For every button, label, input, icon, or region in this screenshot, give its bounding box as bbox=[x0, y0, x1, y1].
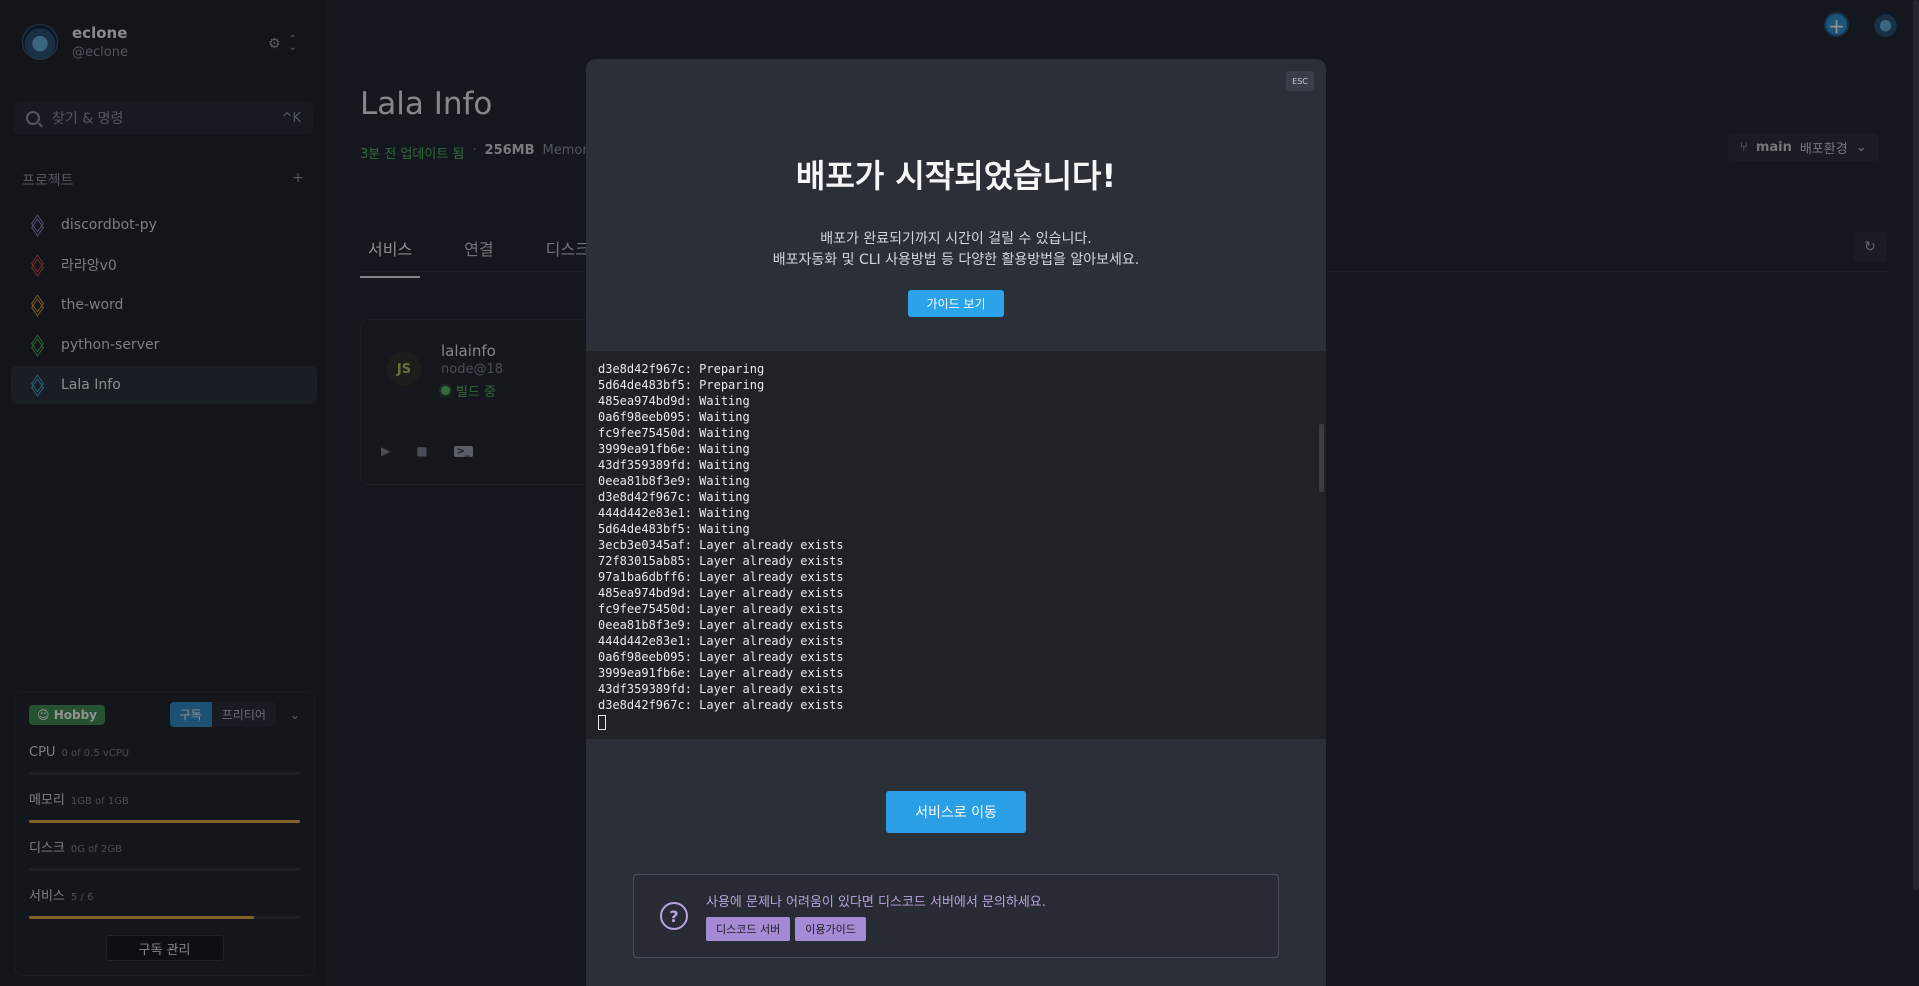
log-line: 5d64de483bf5: Waiting bbox=[598, 522, 750, 536]
log-line: 444d442e83e1: Layer already exists bbox=[598, 634, 844, 648]
log-line: 485ea974bd9d: Waiting bbox=[598, 394, 750, 408]
help-box: ? 사용에 문제나 어려움이 있다면 디스코드 서버에서 문의하세요. 디스코드… bbox=[633, 874, 1279, 958]
log-line: d3e8d42f967c: Preparing bbox=[598, 362, 765, 376]
log-line: 0eea81b8f3e9: Layer already exists bbox=[598, 618, 844, 632]
log-line: 3ecb3e0345af: Layer already exists bbox=[598, 538, 844, 552]
log-line: 43df359389fd: Layer already exists bbox=[598, 682, 844, 696]
discord-server-button[interactable]: 디스코드 서버 bbox=[706, 917, 791, 941]
modal-desc-line: 배포자동화 및 CLI 사용방법 등 다양한 활용방법을 알아보세요. bbox=[772, 252, 1140, 268]
log-line: 3999ea91fb6e: Layer already exists bbox=[598, 666, 844, 680]
log-line: 0a6f98eeb095: Waiting bbox=[598, 410, 750, 424]
go-to-service-button[interactable]: 서비스로 이동 bbox=[886, 791, 1026, 833]
help-text: 사용에 문제나 어려움이 있다면 디스코드 서버에서 문의하세요. bbox=[706, 895, 1046, 910]
terminal-cursor bbox=[598, 715, 606, 730]
log-line: 444d442e83e1: Waiting bbox=[598, 506, 750, 520]
guide-button[interactable]: 가이드 보기 bbox=[908, 290, 1004, 317]
log-line: 3999ea91fb6e: Waiting bbox=[598, 442, 750, 456]
deploy-log[interactable]: d3e8d42f967c: Preparing 5d64de483bf5: Pre… bbox=[586, 351, 1326, 739]
log-line: 5d64de483bf5: Preparing bbox=[598, 378, 765, 392]
log-line: 0a6f98eeb095: Layer already exists bbox=[598, 650, 844, 664]
modal-desc-line: 배포가 완료되기까지 시간이 걸릴 수 있습니다. bbox=[820, 231, 1092, 247]
log-line: d3e8d42f967c: Waiting bbox=[598, 490, 750, 504]
log-line: 97a1ba6dbff6: Layer already exists bbox=[598, 570, 844, 584]
log-line: fc9fee75450d: Waiting bbox=[598, 426, 750, 440]
log-line: 43df359389fd: Waiting bbox=[598, 458, 750, 472]
log-line: d3e8d42f967c: Layer already exists bbox=[598, 698, 844, 712]
esc-close-button[interactable]: ESC bbox=[1286, 71, 1314, 91]
deploy-modal: ESC 배포가 시작되었습니다! 배포가 완료되기까지 시간이 걸릴 수 있습니… bbox=[586, 59, 1326, 986]
usage-guide-button[interactable]: 이용가이드 bbox=[795, 917, 866, 941]
log-line: 72f83015ab85: Layer already exists bbox=[598, 554, 844, 568]
log-line: fc9fee75450d: Layer already exists bbox=[598, 602, 844, 616]
question-icon: ? bbox=[660, 902, 688, 930]
log-line: 0eea81b8f3e9: Waiting bbox=[598, 474, 750, 488]
modal-title: 배포가 시작되었습니다! bbox=[795, 157, 1117, 195]
log-scrollbar[interactable] bbox=[1319, 424, 1324, 492]
modal-description: 배포가 완료되기까지 시간이 걸릴 수 있습니다. 배포자동화 및 CLI 사용… bbox=[586, 229, 1326, 271]
log-line: 485ea974bd9d: Layer already exists bbox=[598, 586, 844, 600]
